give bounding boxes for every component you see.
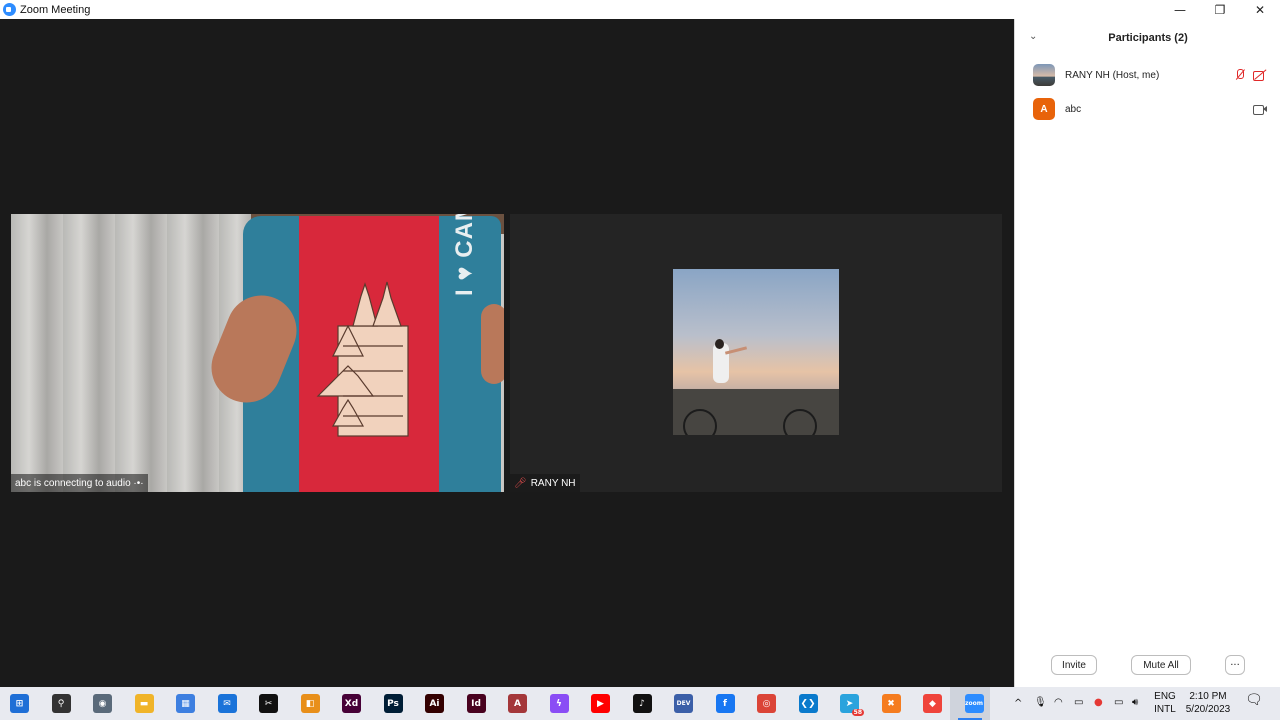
access-icon[interactable]: A <box>508 694 527 713</box>
mute-all-button[interactable]: Mute All <box>1131 655 1191 675</box>
vscode-icon[interactable]: ❮❯ <box>798 694 818 713</box>
chevron-down-icon[interactable]: ⌄ <box>1029 31 1037 42</box>
participant-name: abc <box>1065 103 1082 115</box>
adobe-xd-icon[interactable]: Xd <box>342 694 361 713</box>
photo-person-head <box>715 339 724 349</box>
video-gallery: I ♥ CAMBODIA abc is connecting to audio … <box>0 19 1013 687</box>
camera-icon[interactable]: ◉ <box>93 694 112 713</box>
clock-time: 2:10 PM <box>1189 691 1227 702</box>
angkor-wat-emblem-icon <box>316 281 409 437</box>
wifi-icon[interactable]: ◠ <box>1054 696 1063 709</box>
video-on-icon[interactable] <box>1253 103 1267 115</box>
avatar <box>1033 64 1055 86</box>
zoom-icon[interactable]: zoom <box>964 694 984 713</box>
participants-header: ⌄ Participants (2) <box>1015 19 1280 57</box>
participant-row[interactable]: A abc <box>1015 94 1280 124</box>
title-bar: Zoom Meeting — ❐ ✕ <box>0 0 1280 19</box>
photoshop-icon[interactable]: Ps <box>383 694 403 713</box>
participant-status-icons <box>1253 103 1267 115</box>
anydesk-icon[interactable]: ◆ <box>923 694 942 713</box>
dev-cpp-icon[interactable]: DEV <box>674 694 693 713</box>
notifications-icon[interactable]: 🗨︎ <box>1245 693 1263 707</box>
xampp-icon[interactable]: ✖ <box>881 694 901 713</box>
participants-footer: Invite Mute All ··· <box>1015 653 1280 677</box>
bicycle-wheel <box>683 409 717 435</box>
more-options-button[interactable]: ··· <box>1225 655 1245 675</box>
participant-label: RANY NH <box>530 477 576 489</box>
restore-button[interactable]: ❐ <box>1200 0 1240 19</box>
start-icon[interactable]: ⊞ <box>10 694 29 713</box>
muted-mic-icon: 🎤︎ <box>514 477 527 489</box>
youtube-icon[interactable]: ▶ <box>591 694 610 713</box>
participants-title: Participants (2) <box>1108 32 1188 44</box>
bicycle-wheel <box>783 409 817 435</box>
profile-photo <box>673 269 839 435</box>
right-hand <box>481 304 504 384</box>
participant-name-tag: 🎤︎ RANY NH <box>510 474 580 492</box>
mail-icon[interactable]: ✉ <box>217 694 237 713</box>
close-button[interactable]: ✕ <box>1240 0 1280 19</box>
battery-icon[interactable]: ▭ <box>1114 696 1123 709</box>
participants-panel: ⌄ Participants (2) RANY NH (Host, me) A … <box>1014 19 1280 687</box>
illustrator-icon[interactable]: Ai <box>425 694 444 713</box>
participant-name-tag: abc is connecting to audio ·•· <box>11 474 148 492</box>
video-tile-rany-nh[interactable]: 🎤︎ RANY NH <box>510 214 1002 492</box>
store-icon[interactable]: ▦ <box>176 694 195 713</box>
zoom-logo-icon <box>3 3 16 16</box>
indesign-icon[interactable]: Id <box>466 694 486 713</box>
video-off-icon[interactable] <box>1253 69 1267 81</box>
clock[interactable]: 2:10 PM 5/20/2023 <box>1180 690 1236 716</box>
show-hidden-icons-button[interactable]: ^ <box>1014 697 1022 710</box>
capcut-icon[interactable]: ✂ <box>259 694 278 713</box>
chrome-icon[interactable]: ◎ <box>757 694 776 713</box>
volume-icon[interactable]: 🔊︎ <box>1132 696 1138 709</box>
security-shield-icon[interactable]: ● <box>1094 696 1103 709</box>
keyboard-layout: INTL <box>1154 704 1176 715</box>
video-tile-abc[interactable]: I ♥ CAMBODIA abc is connecting to audio … <box>11 214 504 492</box>
invite-button[interactable]: Invite <box>1051 655 1097 675</box>
windows-taskbar: ^ 🎙︎ ◠ ▭ ● ▭ 🔊︎ ENG INTL 2:10 PM 5/20/20… <box>0 687 1280 720</box>
mic-muted-icon[interactable] <box>1233 69 1247 81</box>
window-controls: — ❐ ✕ <box>1160 0 1280 19</box>
notification-badge: 58 <box>851 709 864 716</box>
participant-status-icons <box>1233 69 1267 81</box>
microphone-tray-icon[interactable]: 🎙︎ <box>1034 696 1047 709</box>
telegram-icon[interactable]: ➤ 58 <box>840 694 864 716</box>
participant-name: RANY NH (Host, me) <box>1065 69 1160 81</box>
pillow-caption: I ♥ CAMBODIA <box>451 214 479 296</box>
files-app-icon[interactable]: ◧ <box>300 694 320 713</box>
device-icon[interactable]: ▭ <box>1074 696 1083 709</box>
photo-person <box>713 343 729 383</box>
language-indicator[interactable]: ENG INTL <box>1152 690 1178 716</box>
search-icon[interactable]: ⚲ <box>51 694 71 713</box>
facebook-icon[interactable]: f <box>715 694 735 713</box>
minimize-button[interactable]: — <box>1160 0 1200 19</box>
tiktok-icon[interactable]: ♪ <box>632 694 652 713</box>
messenger-icon[interactable]: ϟ <box>549 694 569 713</box>
clock-date: 5/20/2023 <box>1185 704 1231 715</box>
avatar: A <box>1033 98 1055 120</box>
file-explorer-icon[interactable]: ▬ <box>134 694 154 713</box>
language-code: ENG <box>1154 691 1176 702</box>
participant-row[interactable]: RANY NH (Host, me) <box>1015 60 1280 90</box>
window-title: Zoom Meeting <box>20 3 91 16</box>
participant-label: abc is connecting to audio ·•· <box>15 477 144 489</box>
